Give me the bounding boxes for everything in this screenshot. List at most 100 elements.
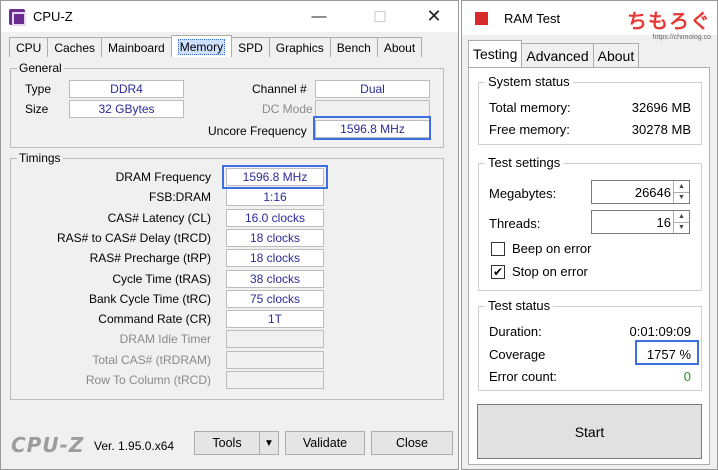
error-count-label: Error count: (489, 369, 557, 384)
timing-value (226, 371, 324, 389)
tab-advanced[interactable]: Advanced (521, 43, 594, 67)
watermark-url: https://chimolog.co (652, 34, 711, 41)
dram-frequency-highlight-box (222, 165, 328, 189)
maximize-button[interactable]: ☐ (357, 1, 403, 32)
tab-mainboard[interactable]: Mainboard (101, 37, 172, 57)
threads-value: 16 (656, 215, 671, 230)
total-memory-value: 32696 MB (631, 100, 691, 115)
spin-up-icon[interactable]: ▲ (674, 211, 689, 222)
timing-value (226, 330, 324, 348)
cpuz-titlebar[interactable]: CPU-Z — ☐ ✕ (1, 1, 458, 32)
coverage-label: Coverage (489, 347, 546, 362)
close-window-button[interactable]: ✕ (411, 1, 457, 32)
cpuz-footer: CPU-Z Ver. 1.95.0.x64 Tools ▼ Validate C… (1, 425, 458, 465)
megabytes-spinbox[interactable]: 26646 ▲ ▼ (591, 180, 690, 204)
threads-label: Threads: (489, 216, 541, 231)
timing-value: 75 clocks (226, 290, 324, 308)
tab-spd[interactable]: SPD (231, 37, 270, 57)
channel-value: Dual (315, 80, 430, 98)
timing-value: 18 clocks (226, 249, 324, 267)
system-status-title: System status (485, 74, 573, 89)
tab-memory[interactable]: Memory (170, 35, 233, 57)
tab-about[interactable]: About (376, 37, 423, 57)
testing-panel: System status Total memory: 32696 MB Fre… (468, 67, 710, 465)
uncore-highlight-box (313, 116, 431, 140)
tab-ramtest-about[interactable]: About (592, 43, 640, 67)
timings-group-title: Timings (17, 151, 63, 165)
uncore-frequency-label: Uncore Frequency (208, 124, 307, 138)
error-count-value: 0 (683, 369, 691, 384)
close-button[interactable]: Close (371, 431, 453, 455)
megabytes-spin-arrows[interactable]: ▲ ▼ (673, 181, 689, 203)
type-label: Type (25, 82, 52, 96)
watermark-logo: ちもろぐ https://chimolog.co (627, 5, 711, 41)
timing-label: Cycle Time (tRAS) (112, 272, 211, 286)
test-status-title: Test status (485, 298, 554, 313)
tools-dropdown-button[interactable]: ▼ (259, 431, 279, 455)
cpuz-logo: CPU-Z (11, 433, 85, 457)
timing-label: RAS# to CAS# Delay (tRCD) (56, 231, 211, 245)
timing-label: CAS# Latency (CL) (107, 211, 211, 225)
timing-value: 18 clocks (226, 229, 324, 247)
ramtest-app-icon (475, 11, 488, 25)
watermark-text: ちもろぐ (627, 11, 711, 33)
ramtest-titlebar[interactable]: RAM Test ちもろぐ https://chimolog.co (462, 1, 717, 41)
beep-on-error-label[interactable]: Beep on error (512, 241, 592, 256)
duration-label: Duration: (489, 324, 542, 339)
tab-cpu[interactable]: CPU (9, 37, 49, 57)
spin-down-icon[interactable]: ▼ (674, 221, 689, 234)
timing-label: Row To Column (tRCD) (85, 373, 211, 387)
ramtest-title: RAM Test (504, 10, 561, 26)
timing-label: Command Rate (CR) (98, 312, 211, 326)
timing-label: FSB:DRAM (148, 190, 211, 204)
timing-value: 1:16 (226, 188, 324, 206)
timing-label: DRAM Frequency (115, 170, 211, 184)
tools-button[interactable]: Tools (194, 431, 260, 455)
cpuz-title: CPU-Z (33, 9, 73, 24)
stop-on-error-checkbox[interactable]: ✔ (491, 265, 505, 279)
free-memory-label: Free memory: (489, 122, 570, 137)
spin-down-icon[interactable]: ▼ (674, 191, 689, 204)
general-group-title: General (17, 61, 64, 75)
megabytes-label: Megabytes: (489, 186, 557, 201)
minimize-button[interactable]: — (296, 1, 342, 32)
ramtest-tabs: Testing Advanced About (468, 40, 640, 67)
test-settings-group: Test settings Megabytes: 26646 ▲ ▼ Threa… (478, 155, 702, 291)
timing-label: RAS# Precharge (tRP) (89, 251, 211, 265)
start-button[interactable]: Start (477, 404, 702, 459)
free-memory-value: 30278 MB (631, 122, 691, 137)
version-label: Ver. 1.95.0.x64 (94, 439, 175, 453)
size-label: Size (25, 102, 49, 116)
ramtest-window: RAM Test ちもろぐ https://chimolog.co Testin… (461, 0, 718, 470)
coverage-highlight-box (635, 340, 699, 365)
threads-spinbox[interactable]: 16 ▲ ▼ (591, 210, 690, 234)
cpuz-tabs: CPU Caches Mainboard Memory SPD Graphics… (9, 35, 423, 57)
threads-spin-arrows[interactable]: ▲ ▼ (673, 211, 689, 233)
timing-value: 16.0 clocks (226, 209, 324, 227)
timing-value (226, 351, 324, 369)
spin-up-icon[interactable]: ▲ (674, 181, 689, 192)
tab-testing[interactable]: Testing (468, 40, 523, 67)
cpuz-app-icon (9, 8, 26, 26)
timing-label: Total CAS# (tRDRAM) (92, 353, 211, 367)
chevron-down-icon: ▼ (264, 437, 274, 449)
stop-on-error-label[interactable]: Stop on error (512, 264, 588, 279)
dc-mode-label: DC Mode (262, 102, 313, 116)
validate-button[interactable]: Validate (285, 431, 365, 455)
tab-bench[interactable]: Bench (329, 37, 378, 57)
timing-label: DRAM Idle Timer (119, 332, 211, 346)
beep-on-error-checkbox[interactable] (491, 242, 505, 256)
channel-label: Channel # (252, 82, 307, 96)
megabytes-value: 26646 (634, 185, 671, 200)
checkmark-icon: ✔ (492, 265, 504, 279)
size-value: 32 GBytes (69, 100, 184, 118)
timing-value: 38 clocks (226, 270, 324, 288)
duration-value: 0:01:09:09 (629, 324, 691, 339)
type-value: DDR4 (69, 80, 184, 98)
timing-value: 1T (226, 310, 324, 328)
cpuz-window: CPU-Z — ☐ ✕ CPU Caches Mainboard Memory … (0, 0, 459, 470)
tab-caches[interactable]: Caches (47, 37, 103, 57)
total-memory-label: Total memory: (489, 100, 571, 115)
tab-graphics[interactable]: Graphics (268, 37, 331, 57)
timing-label: Bank Cycle Time (tRC) (88, 292, 211, 306)
